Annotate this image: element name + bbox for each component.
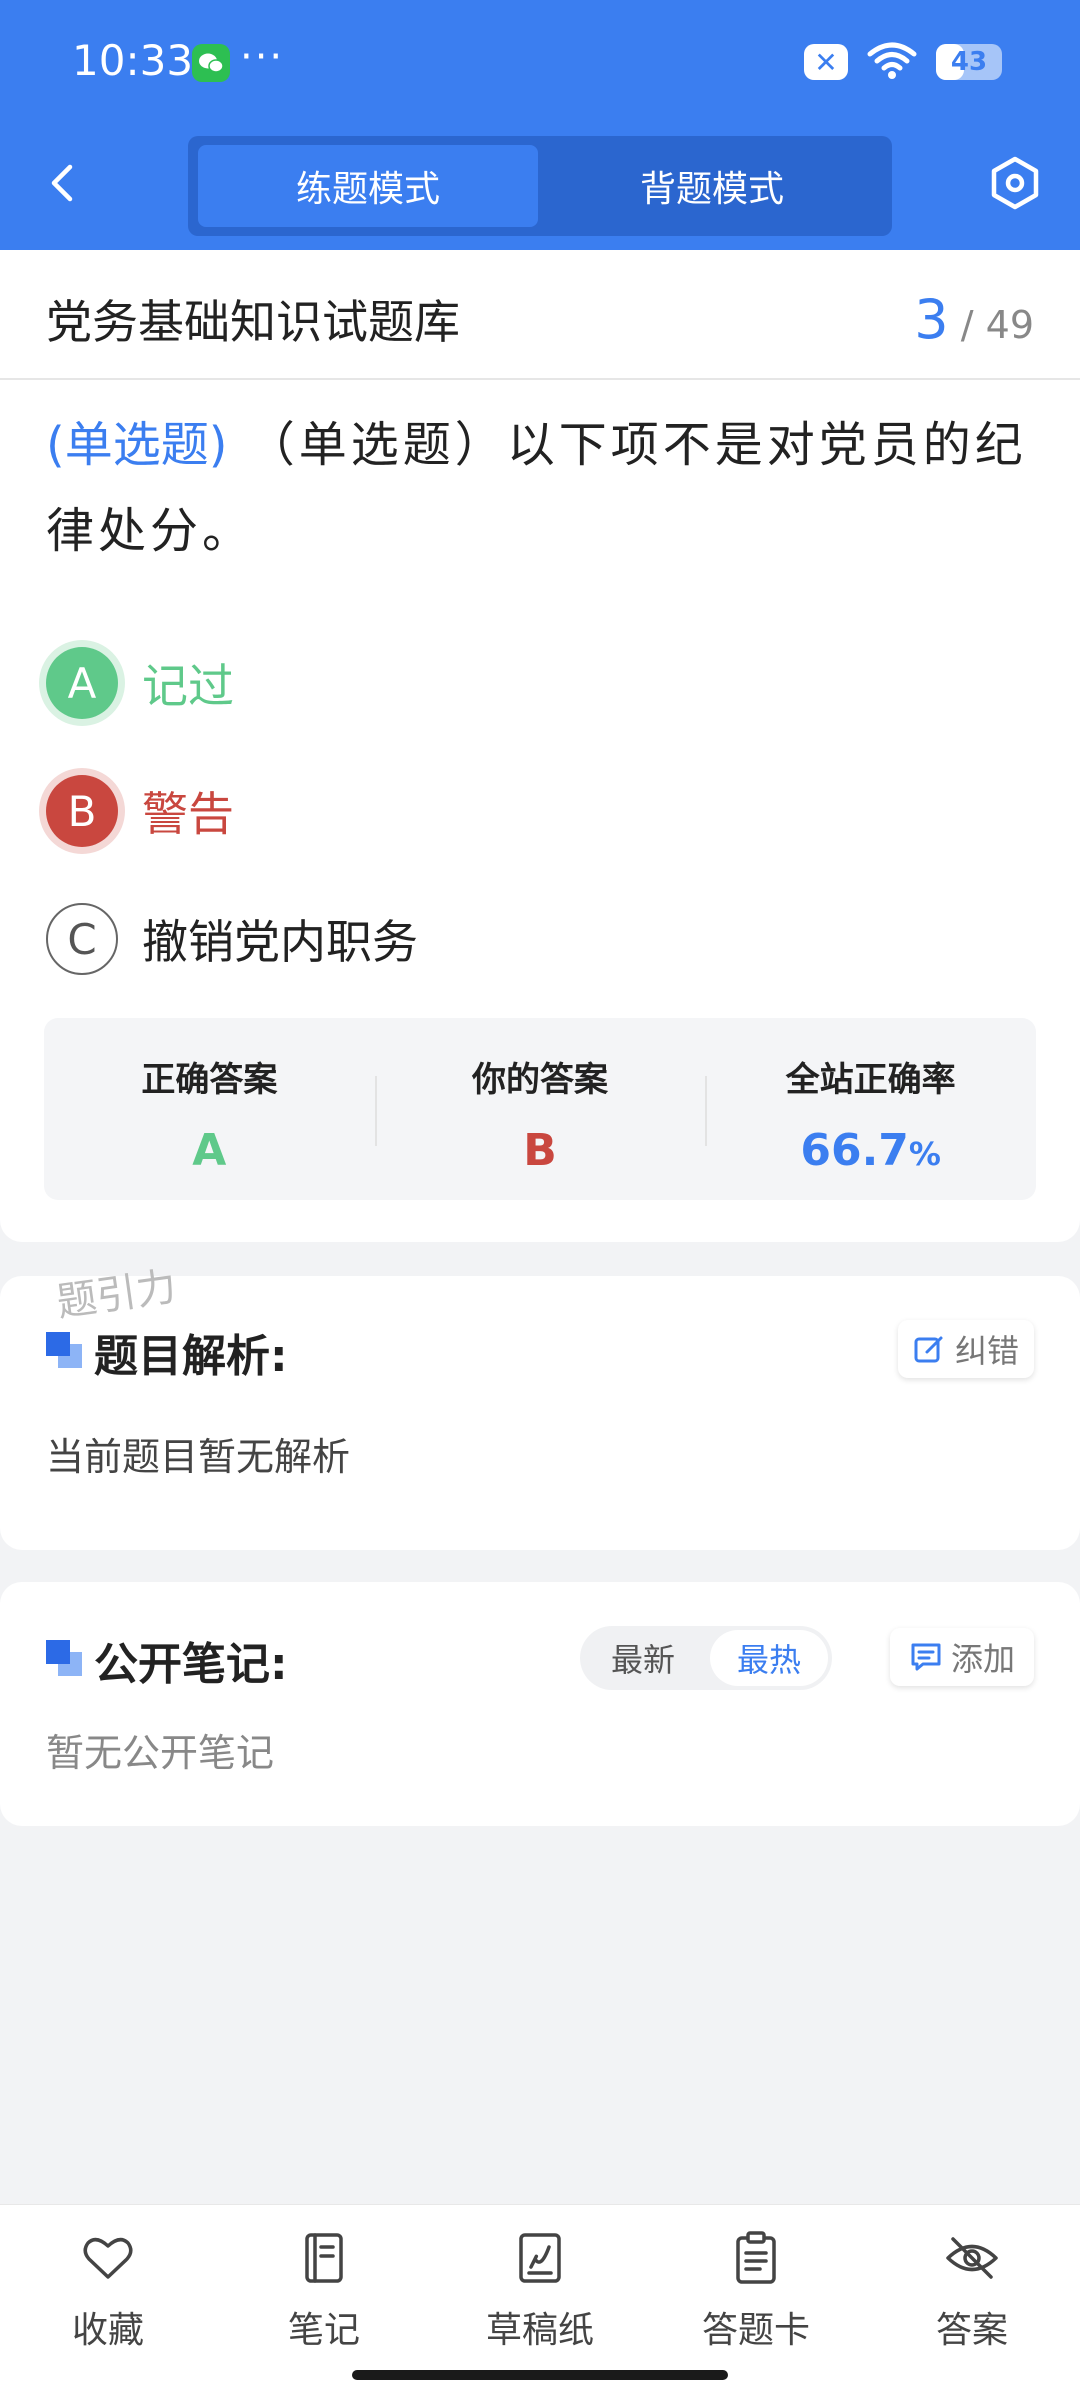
option-a[interactable]: A 记过 xyxy=(46,642,946,724)
mode-switch: 练题模式 背题模式 xyxy=(188,136,892,236)
site-accuracy-value: 66.7% xyxy=(800,1125,941,1176)
wifi-icon xyxy=(866,40,918,84)
more-notifications-icon: ··· xyxy=(240,34,285,80)
public-notes-card: 公开笔记: 最新 最热 添加 暂无公开笔记 xyxy=(0,1582,1080,1826)
notes-empty-text: 暂无公开笔记 xyxy=(46,1731,275,1775)
question-card: 党务基础知识试题库 3 / 49 (单选题) （单选题）以下项不是对党员的纪律处… xyxy=(0,250,1080,1242)
nav-notes-label: 笔记 xyxy=(287,2310,360,2351)
tab-practice-mode[interactable]: 练题模式 xyxy=(198,145,538,227)
option-b[interactable]: B 警告 xyxy=(46,770,946,852)
nav-answer-sheet[interactable]: 答题卡 xyxy=(666,2229,846,2353)
question-title-row: 党务基础知识试题库 3 / 49 xyxy=(0,250,1080,380)
nav-answer-toggle[interactable]: 答案 xyxy=(882,2229,1062,2353)
notes-title: 公开笔记: xyxy=(94,1639,288,1690)
nav-draft-paper-label: 草稿纸 xyxy=(485,2310,594,2351)
site-accuracy-number: 66.7 xyxy=(800,1125,909,1176)
correct-answer-label: 正确答案 xyxy=(141,1060,278,1100)
draft-icon xyxy=(519,2233,561,2283)
option-c-letter: C xyxy=(46,903,118,975)
section-icon xyxy=(46,1640,84,1678)
analysis-card: 题目解析: 纠错 当前题目暂无解析 xyxy=(0,1276,1080,1550)
back-icon[interactable] xyxy=(36,155,92,211)
nav-notes[interactable]: 笔记 xyxy=(234,2229,414,2353)
question-bank-title: 党务基础知识试题库 xyxy=(46,295,460,349)
option-b-letter: B xyxy=(46,775,118,847)
correct-answer-value: A xyxy=(192,1125,227,1176)
option-c-text: 撤销党内职务 xyxy=(142,915,418,969)
nav-favorite-label: 收藏 xyxy=(71,2310,144,2351)
current-question-number: 3 xyxy=(914,288,949,351)
battery-icon: 43 xyxy=(936,44,1002,80)
clipboard-icon xyxy=(736,2231,776,2284)
settings-icon[interactable] xyxy=(986,154,1044,212)
home-indicator[interactable] xyxy=(352,2370,728,2380)
site-accuracy-stat: 全站正确率 66.7% xyxy=(705,1018,1036,1200)
report-error-button[interactable]: 纠错 xyxy=(898,1320,1034,1378)
question-stem: (单选题) （单选题）以下项不是对党员的纪律处分。 xyxy=(46,402,1036,574)
analysis-title: 题目解析: xyxy=(94,1331,288,1382)
total-question-number: 49 xyxy=(985,303,1034,347)
status-time: 10:33 xyxy=(72,36,194,85)
question-counter: 3 / 49 xyxy=(914,288,1034,351)
header-bar: 10:33 ··· ✕ 43 练题模式 背题模式 xyxy=(0,0,1080,250)
correct-answer-stat: 正确答案 A xyxy=(44,1018,375,1200)
site-accuracy-unit: % xyxy=(908,1135,941,1173)
your-answer-stat: 你的答案 B xyxy=(374,1018,706,1200)
nav-answer-sheet-label: 答题卡 xyxy=(701,2310,810,2351)
answer-stats-panel: 正确答案 A 你的答案 B 全站正确率 66.7% xyxy=(44,1018,1036,1200)
notes-sort-toggle: 最新 最热 xyxy=(580,1626,832,1690)
report-error-label: 纠错 xyxy=(954,1332,1019,1370)
edit-icon xyxy=(914,1336,943,1363)
add-note-label: 添加 xyxy=(950,1640,1015,1678)
status-bar: 10:33 ··· ✕ 43 xyxy=(0,0,1080,125)
your-answer-label: 你的答案 xyxy=(472,1060,608,1100)
section-icon xyxy=(46,1332,84,1370)
wechat-icon xyxy=(192,44,230,82)
analysis-empty-text: 当前题目暂无解析 xyxy=(46,1435,351,1479)
tab-recite-mode[interactable]: 背题模式 xyxy=(542,145,882,227)
mute-icon: ✕ xyxy=(804,44,848,80)
nav-favorite[interactable]: 收藏 xyxy=(18,2229,198,2353)
counter-separator: / xyxy=(960,303,986,347)
comment-icon xyxy=(911,1643,941,1671)
sort-latest-button[interactable]: 最新 xyxy=(584,1630,702,1686)
option-a-text: 记过 xyxy=(142,659,234,713)
option-a-letter: A xyxy=(46,647,118,719)
option-c[interactable]: C 撤销党内职务 xyxy=(46,898,946,980)
battery-level: 43 xyxy=(950,47,988,77)
your-answer-value: B xyxy=(523,1125,557,1176)
heart-icon xyxy=(83,2237,133,2279)
sort-hot-button[interactable]: 最热 xyxy=(710,1630,828,1686)
option-b-text: 警告 xyxy=(142,787,234,841)
notebook-icon xyxy=(305,2233,343,2283)
nav-draft-paper[interactable]: 草稿纸 xyxy=(450,2229,630,2353)
site-accuracy-label: 全站正确率 xyxy=(785,1060,956,1100)
nav-answer-toggle-label: 答案 xyxy=(935,2310,1008,2351)
eye-off-icon xyxy=(946,2237,998,2279)
add-note-button[interactable]: 添加 xyxy=(890,1628,1034,1686)
question-type-tag: (单选题) xyxy=(46,417,228,473)
